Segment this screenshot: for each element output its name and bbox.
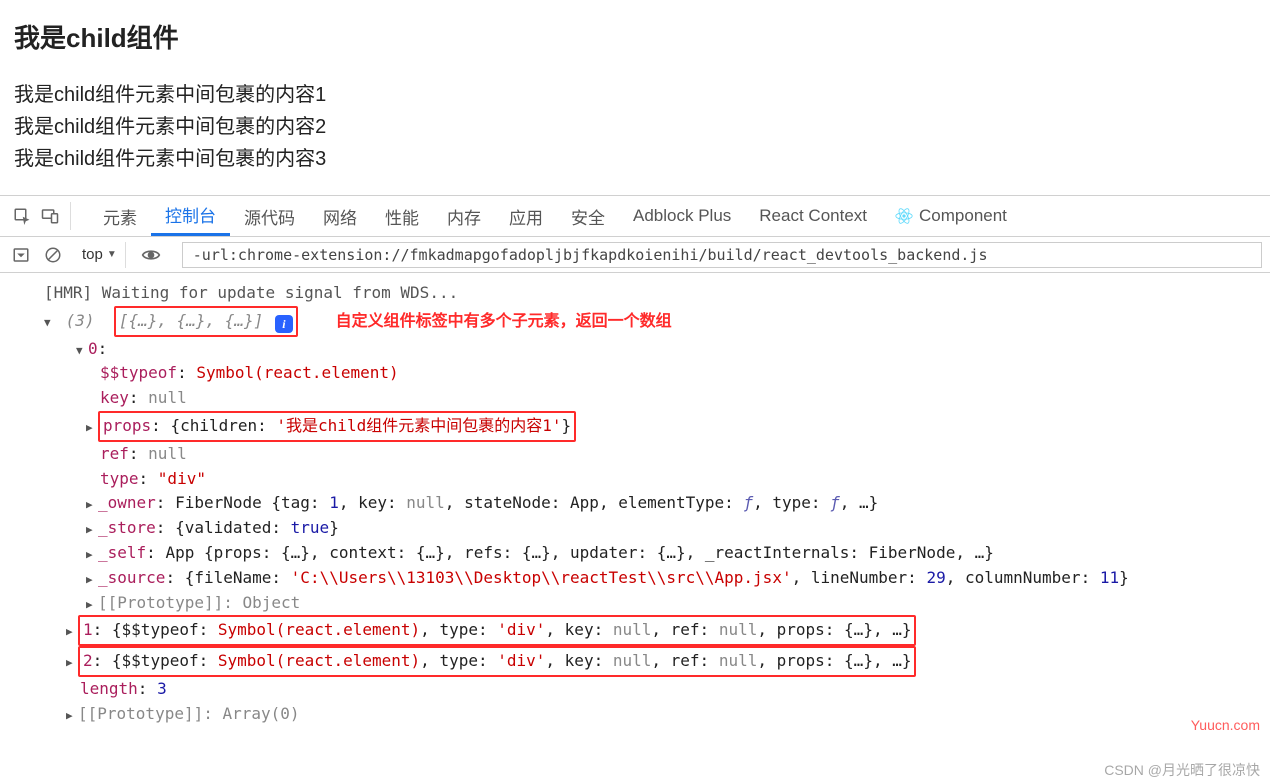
context-selector[interactable]: top ▼ bbox=[78, 242, 126, 268]
tab-elements[interactable]: 元素 bbox=[89, 196, 151, 236]
tab-memory[interactable]: 内存 bbox=[433, 196, 495, 236]
inspect-element-icon[interactable] bbox=[8, 202, 36, 230]
react-logo-icon bbox=[895, 207, 913, 225]
array-summary[interactable]: ▼ (3) [{…}, {…}, {…}] i 自定义组件标签中有多个子元素，返… bbox=[6, 306, 1270, 337]
chevron-down-icon: ▼ bbox=[107, 249, 117, 260]
sidebar-toggle-icon[interactable] bbox=[8, 242, 34, 268]
length-row[interactable]: length: 3 bbox=[6, 677, 1270, 702]
watermark-1: Yuucn.com bbox=[1191, 717, 1260, 733]
store-row[interactable]: ▶_store: {validated: true} bbox=[6, 516, 1270, 541]
context-value: top bbox=[82, 246, 103, 263]
props-row[interactable]: ▶props: {children: '我是child组件元素中间包裹的内容1'… bbox=[6, 411, 1270, 442]
array-preview: [{…}, {…}, {…}] bbox=[119, 311, 264, 330]
tab-application[interactable]: 应用 bbox=[495, 196, 557, 236]
console-toolbar: top ▼ bbox=[0, 237, 1270, 273]
page-line-2: 我是child组件元素中间包裹的内容2 bbox=[14, 111, 1256, 143]
index-1[interactable]: ▶1: {$$typeof: Symbol(react.element), ty… bbox=[6, 615, 1270, 646]
expand-icon[interactable]: ▼ bbox=[44, 314, 56, 331]
owner-row[interactable]: ▶_owner: FiberNode {tag: 1, key: null, s… bbox=[6, 491, 1270, 516]
watermark-2: CSDN @月光晒了很凉快 bbox=[1104, 760, 1260, 780]
tab-security[interactable]: 安全 bbox=[557, 196, 619, 236]
type-row[interactable]: type: "div" bbox=[6, 467, 1270, 492]
proto-outer[interactable]: ▶[[Prototype]]: Array(0) bbox=[6, 702, 1270, 727]
page-line-1: 我是child组件元素中间包裹的内容1 bbox=[14, 79, 1256, 111]
page-title: 我是child组件 bbox=[14, 18, 1256, 55]
console-output: [HMR] Waiting for update signal from WDS… bbox=[0, 273, 1270, 733]
expand-icon[interactable]: ▶ bbox=[86, 419, 98, 436]
console-filter-input[interactable] bbox=[182, 242, 1262, 268]
clear-console-icon[interactable] bbox=[40, 242, 66, 268]
proto-inner[interactable]: ▶[[Prototype]]: Object bbox=[6, 591, 1270, 616]
self-row[interactable]: ▶_self: App {props: {…}, context: {…}, r… bbox=[6, 541, 1270, 566]
ref-row[interactable]: ref: null bbox=[6, 442, 1270, 467]
hmr-log: [HMR] Waiting for update signal from WDS… bbox=[6, 281, 1270, 306]
key-row[interactable]: key: null bbox=[6, 386, 1270, 411]
page-line-3: 我是child组件元素中间包裹的内容3 bbox=[14, 143, 1256, 175]
tab-react-context[interactable]: React Context bbox=[745, 196, 881, 236]
tab-components-label: Component bbox=[919, 206, 1007, 226]
array-length: (3) bbox=[66, 311, 95, 330]
index-2[interactable]: ▶2: {$$typeof: Symbol(react.element), ty… bbox=[6, 646, 1270, 677]
expand-icon[interactable]: ▼ bbox=[76, 342, 88, 359]
device-toolbar-icon[interactable] bbox=[36, 202, 64, 230]
annotation-text: 自定义组件标签中有多个子元素，返回一个数组 bbox=[336, 313, 672, 330]
index-0[interactable]: ▼0: bbox=[6, 337, 1270, 362]
tab-console[interactable]: 控制台 bbox=[151, 196, 230, 236]
tab-components[interactable]: Component bbox=[881, 196, 1021, 236]
tab-network[interactable]: 网络 bbox=[309, 196, 371, 236]
source-row[interactable]: ▶_source: {fileName: 'C:\\Users\\13103\\… bbox=[6, 566, 1270, 591]
info-icon[interactable]: i bbox=[275, 315, 293, 333]
tab-adblock[interactable]: Adblock Plus bbox=[619, 196, 745, 236]
tab-performance[interactable]: 性能 bbox=[371, 196, 433, 236]
typeof-row[interactable]: $$typeof: Symbol(react.element) bbox=[6, 361, 1270, 386]
devtools-tabbar: 元素 控制台 源代码 网络 性能 内存 应用 安全 Adblock Plus R… bbox=[0, 195, 1270, 237]
tab-sources[interactable]: 源代码 bbox=[230, 196, 309, 236]
live-expression-icon[interactable] bbox=[138, 242, 164, 268]
